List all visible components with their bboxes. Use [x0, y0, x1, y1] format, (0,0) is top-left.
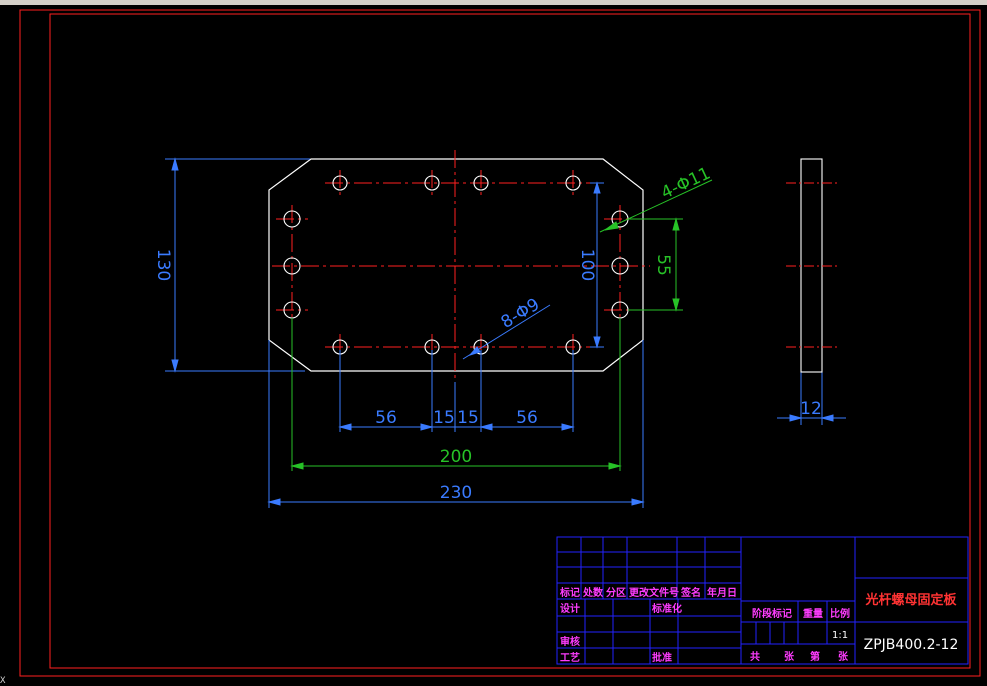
tb-zone: 分区: [606, 586, 626, 599]
dim-text-230: 230: [440, 483, 472, 503]
tb-sheet: 张: [784, 650, 795, 663]
dim-text-56-right: 56: [516, 408, 538, 428]
dim-text-12: 12: [800, 399, 822, 419]
dimension-lines: [165, 157, 846, 508]
dim-text-56-left: 56: [375, 408, 397, 428]
tb-design: 设计: [560, 602, 580, 615]
tb-scale-value: 1:1: [832, 630, 848, 641]
tb-date: 年月日: [707, 586, 737, 599]
tb-signature: 签名: [680, 586, 701, 599]
tb-mark: 标记: [559, 586, 580, 599]
dim-text-100: 100: [577, 249, 597, 281]
tb-count: 处数: [582, 586, 604, 599]
side-view-center-lines: [786, 182, 837, 348]
cad-drawing-canvas[interactable]: 130 100 55 4-Φ11 8-Φ9 56 15 15 56 200 23…: [0, 0, 987, 686]
tb-part-name: 光杆螺母固定板: [864, 592, 957, 608]
tb-process: 工艺: [560, 651, 580, 664]
holes: [283, 175, 629, 355]
tb-review: 审核: [560, 635, 580, 648]
tb-stage-mark: 阶段标记: [752, 607, 792, 620]
dim-text-hole-d9: 8-Φ9: [498, 295, 544, 333]
tb-approve: 批准: [652, 651, 672, 664]
dim-text-130: 130: [153, 249, 173, 281]
inner-frame: [49, 13, 971, 669]
tb-standardize: 标准化: [651, 602, 682, 615]
tb-drawing-code: ZPJB400.2-12: [864, 637, 959, 653]
dim-text-hole-d11: 4-Φ11: [658, 163, 714, 203]
dim-text-55: 55: [653, 254, 673, 276]
tb-total: 共: [750, 650, 760, 663]
outer-frame: [19, 9, 981, 677]
tb-weight: 重量: [803, 607, 823, 620]
command-line[interactable]: X: [0, 676, 5, 686]
tb-scale: 比例: [830, 607, 850, 620]
dim-text-15-left: 15: [433, 408, 455, 428]
dim-text-200: 200: [440, 447, 472, 467]
tb-page-no: 第: [810, 650, 820, 663]
dim-text-15-right: 15: [457, 408, 479, 428]
tb-sheet2: 张: [838, 650, 849, 663]
tb-change-doc: 更改文件号: [629, 586, 679, 599]
